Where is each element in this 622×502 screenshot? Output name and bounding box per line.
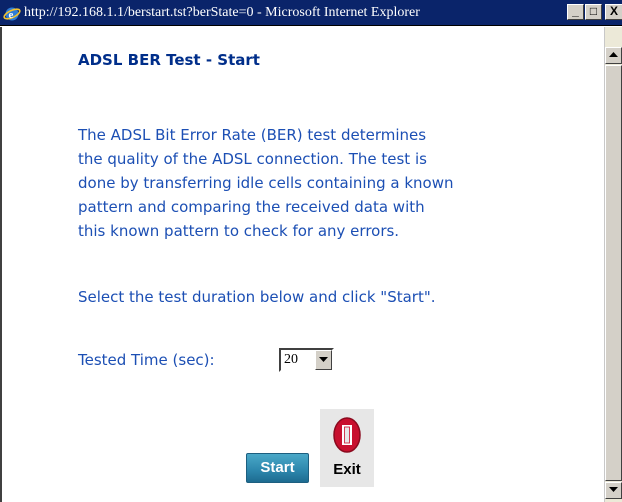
- chevron-down-icon: [319, 357, 328, 362]
- dropdown-arrow-button[interactable]: [315, 350, 332, 370]
- window-titlebar[interactable]: e http://192.168.1.1/berstart.tst?berSta…: [0, 0, 622, 26]
- tested-time-value: 20: [284, 352, 298, 367]
- scroll-thumb[interactable]: [605, 65, 622, 481]
- description-paragraph: The ADSL Bit Error Rate (BER) test deter…: [78, 123, 578, 243]
- description-line: this known pattern to check for any erro…: [78, 222, 400, 240]
- exit-label: Exit: [333, 461, 361, 478]
- scroll-down-button[interactable]: [605, 482, 622, 499]
- chevron-up-icon: [609, 52, 618, 57]
- window-title: http://192.168.1.1/berstart.tst?berState…: [24, 5, 420, 20]
- description-line: The ADSL Bit Error Rate (BER) test deter…: [78, 126, 427, 144]
- chevron-down-icon: [609, 487, 618, 492]
- exit-button[interactable]: Exit: [320, 409, 374, 487]
- description-line: done by transferring idle cells containi…: [78, 174, 454, 192]
- exit-door-icon: [333, 417, 361, 453]
- vertical-scrollbar[interactable]: [604, 27, 622, 502]
- tested-time-label: Tested Time (sec):: [78, 351, 215, 369]
- page-content: [2, 27, 604, 502]
- instruction-text: Select the test duration below and click…: [78, 288, 436, 306]
- page-title: ADSL BER Test - Start: [78, 51, 260, 69]
- description-line: the quality of the ADSL connection. The …: [78, 150, 427, 168]
- tested-time-select[interactable]: 20: [279, 348, 334, 372]
- maximize-button[interactable]: □: [585, 4, 602, 20]
- ie-icon: e: [3, 4, 21, 22]
- description-line: pattern and comparing the received data …: [78, 198, 425, 216]
- start-button[interactable]: Start: [246, 453, 309, 483]
- scroll-up-button[interactable]: [605, 47, 622, 64]
- close-button[interactable]: X: [605, 4, 622, 20]
- svg-text:e: e: [9, 9, 14, 21]
- minimize-button[interactable]: _: [567, 4, 584, 20]
